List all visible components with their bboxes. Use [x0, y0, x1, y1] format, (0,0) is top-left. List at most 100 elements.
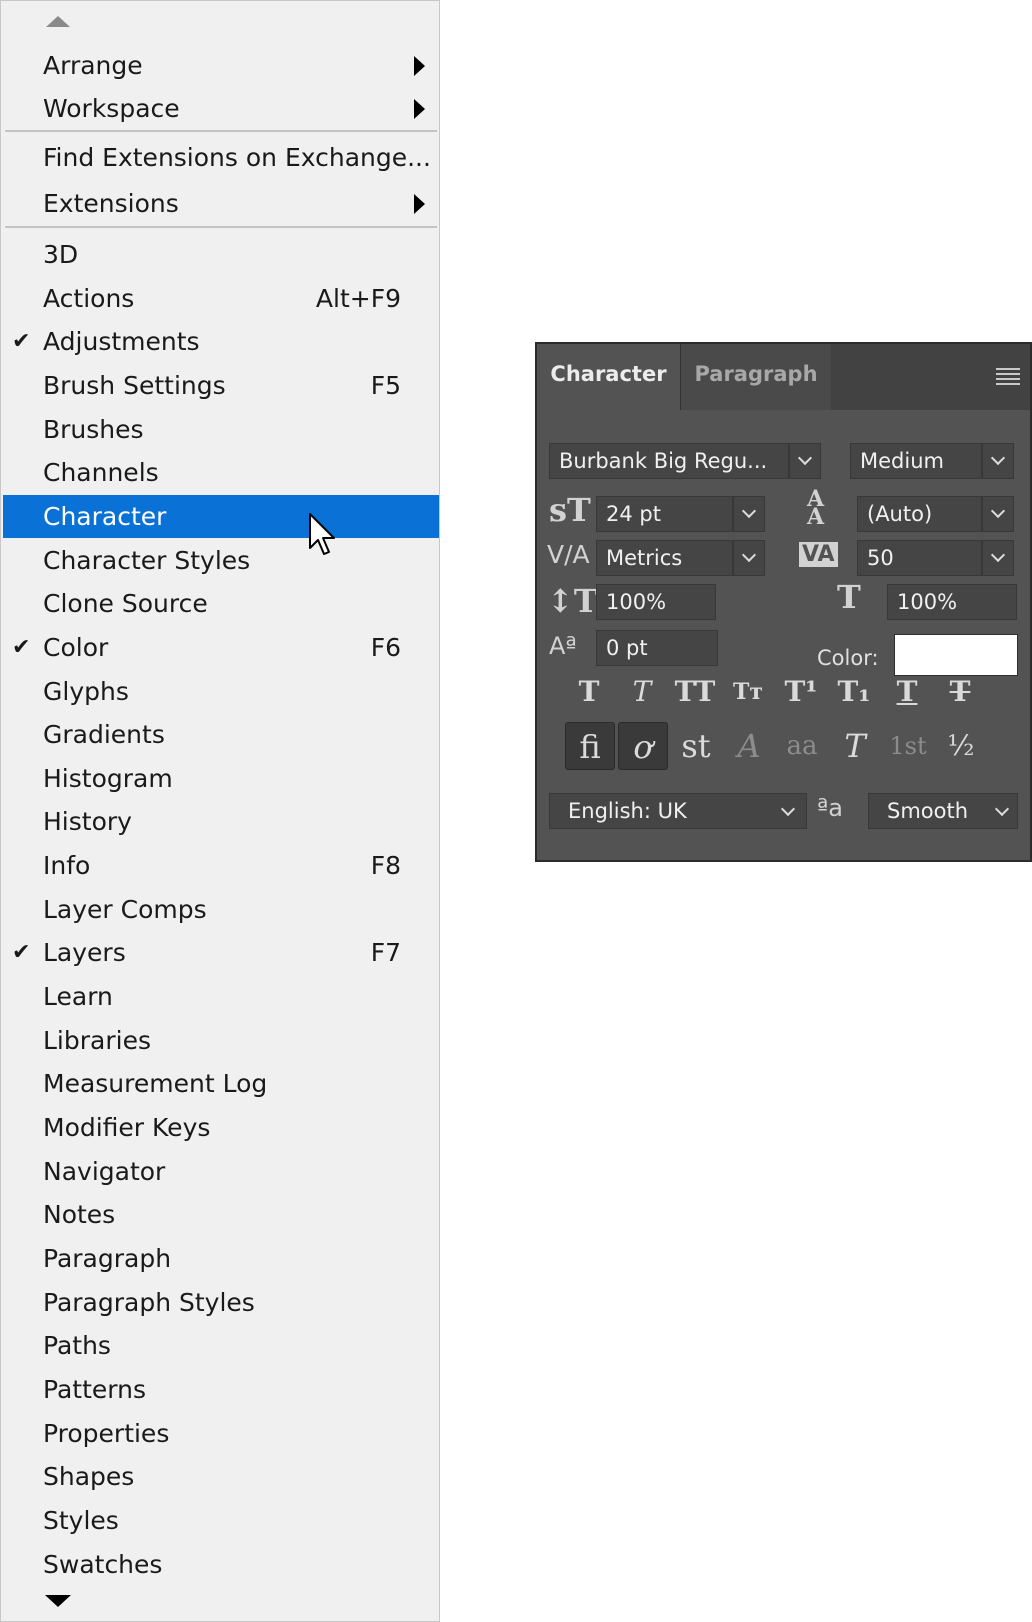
strikethrough-button[interactable]: T	[936, 672, 984, 712]
chevron-down-icon	[990, 503, 1006, 519]
tab-character[interactable]: Character	[537, 344, 680, 410]
font-style-dropdown-button[interactable]	[982, 443, 1014, 479]
menu-item-label: Measurement Log	[43, 1069, 268, 1099]
menu-item-history[interactable]: History	[3, 800, 439, 843]
font-size-field[interactable]: 24 pt	[596, 496, 733, 532]
ordinals-button[interactable]: 1st	[883, 722, 933, 770]
menu-item-label: Gradients	[43, 720, 165, 750]
vertical-scale-icon: ↕T	[547, 582, 598, 620]
menu-item-brush-settings[interactable]: Brush Settings F5	[3, 364, 439, 407]
menu-item-modifier-keys[interactable]: Modifier Keys	[3, 1106, 439, 1149]
menu-item-shortcut: F5	[370, 370, 401, 400]
menu-item-color[interactable]: ✔ Color F6	[3, 626, 439, 669]
swash-button[interactable]: A	[724, 722, 774, 770]
antialias-select[interactable]: Smooth	[868, 793, 1018, 829]
baseline-shift-field[interactable]: 0 pt	[596, 630, 718, 666]
color-swatch[interactable]	[894, 634, 1018, 676]
menu-item-label: Paragraph Styles	[43, 1287, 255, 1317]
menu-item-libraries[interactable]: Libraries	[3, 1019, 439, 1062]
menu-item-channels[interactable]: Channels	[3, 451, 439, 494]
subscript-button[interactable]: T₁	[830, 672, 878, 712]
menu-item-arrange[interactable]: Arrange	[3, 44, 439, 87]
fractions-button[interactable]: ½	[936, 722, 986, 770]
leading-dropdown-button[interactable]	[982, 496, 1014, 532]
menu-item-shortcut: F8	[370, 851, 401, 881]
menu-item-workspace[interactable]: Workspace	[3, 87, 439, 130]
chevron-down-icon	[797, 450, 813, 466]
menu-item-properties[interactable]: Properties	[3, 1412, 439, 1455]
standard-ligatures-button[interactable]: fi	[565, 722, 615, 770]
font-size-dropdown-button[interactable]	[733, 496, 765, 532]
font-family-dropdown-button[interactable]	[789, 443, 821, 479]
kerning-field[interactable]: Metrics	[596, 540, 733, 576]
faux-bold-button[interactable]: T	[565, 672, 613, 712]
chevron-down-icon	[741, 503, 757, 519]
faux-italic-button[interactable]: T	[618, 672, 666, 712]
menu-item-label: Layer Comps	[43, 894, 207, 924]
menu-item-extensions[interactable]: Extensions	[3, 182, 439, 225]
menu-item-adjustments[interactable]: ✔ Adjustments	[3, 320, 439, 363]
titling-alternates-button[interactable]: T	[830, 722, 880, 770]
font-family-select[interactable]: Burbank Big Regu...	[549, 443, 789, 479]
panel-tab-bar: Character Paragraph	[537, 344, 1030, 410]
scroll-down-arrow-icon[interactable]	[45, 1595, 71, 1607]
menu-item-3d[interactable]: 3D	[3, 233, 439, 276]
menu-item-clone-source[interactable]: Clone Source	[3, 582, 439, 625]
menu-item-label: Character	[43, 501, 167, 531]
menu-item-label: Find Extensions on Exchange...	[43, 143, 431, 172]
leading-field[interactable]: (Auto)	[857, 496, 982, 532]
menu-item-label: Adjustments	[43, 327, 200, 357]
menu-item-shapes[interactable]: Shapes	[3, 1455, 439, 1498]
menu-item-label: Styles	[43, 1505, 119, 1535]
menu-item-learn[interactable]: Learn	[3, 975, 439, 1018]
small-caps-button[interactable]: Tт	[724, 672, 772, 712]
menu-item-character-styles[interactable]: Character Styles	[3, 539, 439, 582]
horizontal-scale-field[interactable]: 100%	[887, 584, 1017, 620]
character-panel: Character Paragraph Burbank Big Regu... …	[535, 342, 1032, 862]
menu-item-patterns[interactable]: Patterns	[3, 1368, 439, 1411]
menu-item-paragraph-styles[interactable]: Paragraph Styles	[3, 1281, 439, 1324]
menu-item-navigator[interactable]: Navigator	[3, 1150, 439, 1193]
menu-item-styles[interactable]: Styles	[3, 1499, 439, 1542]
language-select[interactable]: English: UK	[549, 793, 807, 829]
underline-button[interactable]: T	[883, 672, 931, 712]
menu-item-label: History	[43, 807, 132, 837]
tracking-field[interactable]: 50	[857, 540, 982, 576]
menu-item-label: Learn	[43, 982, 113, 1012]
menu-item-glyphs[interactable]: Glyphs	[3, 670, 439, 713]
menu-item-swatches[interactable]: Swatches	[3, 1543, 439, 1586]
discretionary-ligatures-button[interactable]: st	[671, 722, 721, 770]
menu-item-notes[interactable]: Notes	[3, 1193, 439, 1236]
kerning-dropdown-button[interactable]	[733, 540, 765, 576]
menu-item-brushes[interactable]: Brushes	[3, 408, 439, 451]
stylistic-alternates-button[interactable]: aa	[777, 722, 827, 770]
contextual-alternates-button[interactable]: ơ	[618, 722, 668, 770]
panel-menu-icon[interactable]	[996, 368, 1020, 388]
menu-item-measurement-log[interactable]: Measurement Log	[3, 1062, 439, 1105]
leading-icon: AA	[807, 486, 825, 530]
menu-item-layer-comps[interactable]: Layer Comps	[3, 888, 439, 931]
menu-item-gradients[interactable]: Gradients	[3, 713, 439, 756]
menu-item-find-extensions[interactable]: Find Extensions on Exchange...	[3, 136, 439, 179]
menu-item-label: Clone Source	[43, 589, 208, 619]
menu-item-info[interactable]: Info F8	[3, 844, 439, 887]
scroll-up-arrow-icon[interactable]	[46, 16, 70, 27]
tracking-dropdown-button[interactable]	[982, 540, 1014, 576]
menu-item-label: Extensions	[43, 189, 179, 218]
tab-paragraph[interactable]: Paragraph	[680, 344, 831, 410]
menu-item-character[interactable]: Character	[3, 494, 439, 538]
chevron-down-icon	[741, 547, 757, 563]
menu-item-paths[interactable]: Paths	[3, 1324, 439, 1367]
superscript-button[interactable]: T¹	[777, 672, 825, 712]
font-style-select[interactable]: Medium	[850, 443, 982, 479]
menu-item-label: Navigator	[43, 1156, 166, 1186]
all-caps-button[interactable]: TT	[671, 672, 719, 712]
horizontal-scale-icon: T	[837, 578, 861, 616]
menu-item-label: Paragraph	[43, 1243, 172, 1273]
menu-item-histogram[interactable]: Histogram	[3, 757, 439, 800]
menu-item-actions[interactable]: Actions Alt+F9	[3, 277, 439, 320]
menu-item-paragraph[interactable]: Paragraph	[3, 1237, 439, 1280]
menu-item-layers[interactable]: ✔ Layers F7	[3, 931, 439, 974]
vertical-scale-field[interactable]: 100%	[596, 584, 716, 620]
antialias-icon: ªa	[817, 794, 844, 822]
